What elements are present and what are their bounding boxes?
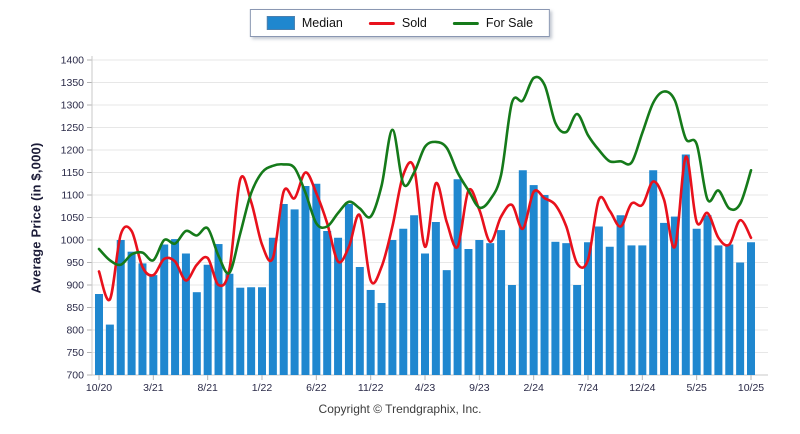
x-tick-label: 10/20 bbox=[86, 382, 112, 394]
y-tick-label: 1300 bbox=[61, 100, 85, 112]
median-bar[interactable] bbox=[192, 292, 201, 375]
median-bar[interactable] bbox=[551, 241, 560, 375]
legend-label-sold: Sold bbox=[401, 16, 427, 30]
median-bar[interactable] bbox=[486, 243, 495, 375]
y-tick-label: 750 bbox=[66, 347, 84, 359]
median-bar[interactable] bbox=[725, 244, 734, 376]
median-bar[interactable] bbox=[355, 267, 364, 375]
sold-swatch-icon bbox=[368, 21, 395, 25]
median-bar[interactable] bbox=[225, 273, 234, 375]
x-tick-label: 2/24 bbox=[523, 382, 544, 394]
median-bar[interactable] bbox=[649, 170, 658, 375]
median-bar[interactable] bbox=[312, 183, 321, 375]
median-bar[interactable] bbox=[638, 245, 647, 375]
median-bar[interactable] bbox=[344, 204, 353, 375]
median-bar[interactable] bbox=[421, 253, 429, 376]
median-bar[interactable] bbox=[105, 324, 114, 375]
median-bar[interactable] bbox=[290, 209, 299, 375]
legend-item-sold[interactable]: Sold bbox=[368, 16, 427, 30]
x-tick-label: 6/22 bbox=[306, 382, 327, 394]
median-bar[interactable] bbox=[540, 195, 549, 375]
x-tick-label: 5/25 bbox=[686, 382, 707, 394]
median-bar[interactable] bbox=[594, 226, 603, 376]
median-bar[interactable] bbox=[203, 264, 212, 375]
median-bar[interactable] bbox=[736, 262, 745, 376]
median-bar[interactable] bbox=[703, 215, 712, 375]
y-tick-label: 900 bbox=[66, 280, 84, 292]
median-bar[interactable] bbox=[431, 222, 440, 375]
x-tick-label: 4/23 bbox=[415, 382, 436, 394]
median-bar[interactable] bbox=[279, 204, 288, 375]
legend-item-forsale[interactable]: For Sale bbox=[452, 16, 534, 30]
median-bar[interactable] bbox=[301, 186, 310, 375]
y-tick-label: 1150 bbox=[61, 167, 84, 179]
y-axis-title: Average Price (in $,000) bbox=[28, 142, 44, 294]
median-bar[interactable] bbox=[453, 179, 462, 375]
median-bar[interactable] bbox=[529, 185, 538, 375]
median-bar[interactable] bbox=[475, 240, 484, 375]
median-bar[interactable] bbox=[518, 170, 527, 375]
x-tick-label: 12/24 bbox=[629, 382, 655, 394]
median-bar[interactable] bbox=[507, 285, 516, 375]
median-bar[interactable] bbox=[410, 215, 419, 375]
median-bar[interactable] bbox=[616, 215, 625, 375]
y-tick-label: 1400 bbox=[61, 55, 85, 67]
y-tick-label: 800 bbox=[66, 325, 84, 337]
x-tick-label: 10/25 bbox=[738, 382, 764, 394]
median-bar[interactable] bbox=[323, 231, 332, 375]
median-bar[interactable] bbox=[442, 270, 451, 375]
median-bar[interactable] bbox=[247, 287, 256, 375]
x-tick-label: 11/22 bbox=[358, 382, 384, 394]
y-tick-label: 1050 bbox=[61, 212, 85, 224]
median-bar[interactable] bbox=[605, 246, 614, 375]
median-bar[interactable] bbox=[497, 230, 506, 375]
median-bar[interactable] bbox=[236, 287, 245, 375]
y-tick-label: 700 bbox=[66, 370, 84, 382]
copyright-text: Copyright © Trendgraphix, Inc. bbox=[318, 402, 482, 416]
median-bar[interactable] bbox=[181, 253, 190, 376]
y-tick-label: 1100 bbox=[61, 190, 84, 202]
median-bar[interactable] bbox=[377, 303, 386, 375]
y-tick-label: 850 bbox=[66, 302, 84, 314]
median-bar[interactable] bbox=[258, 287, 266, 375]
median-bar[interactable] bbox=[127, 251, 136, 375]
median-bar[interactable] bbox=[95, 294, 103, 375]
legend-label-median: Median bbox=[301, 16, 343, 30]
median-bar[interactable] bbox=[562, 243, 571, 375]
x-tick-label: 8/21 bbox=[197, 382, 218, 394]
x-tick-label: 3/21 bbox=[143, 382, 164, 394]
x-tick-label: 9/23 bbox=[469, 382, 490, 394]
median-bar[interactable] bbox=[149, 275, 158, 375]
median-bar[interactable] bbox=[366, 289, 375, 375]
y-tick-label: 1350 bbox=[61, 77, 85, 89]
median-bar[interactable] bbox=[692, 228, 701, 375]
x-tick-label: 7/24 bbox=[578, 382, 599, 394]
median-bar[interactable] bbox=[660, 222, 669, 375]
median-bar[interactable] bbox=[747, 242, 755, 375]
median-bar[interactable] bbox=[627, 245, 636, 375]
median-bar[interactable] bbox=[116, 240, 125, 375]
median-swatch-icon bbox=[266, 16, 295, 30]
plot-area: 700 750 800 850 900 950 1000 1050 1100 1150 1200 12… bbox=[61, 55, 768, 394]
legend-item-median[interactable]: Median bbox=[266, 16, 343, 30]
median-bar[interactable] bbox=[681, 154, 690, 376]
legend: Median Sold For Sale bbox=[249, 9, 551, 37]
median-bar[interactable] bbox=[399, 228, 408, 375]
median-bar[interactable] bbox=[388, 240, 397, 375]
median-bar[interactable] bbox=[714, 245, 723, 375]
legend-label-forsale: For Sale bbox=[485, 16, 534, 30]
median-bar[interactable] bbox=[573, 285, 582, 375]
y-tick-label: 1000 bbox=[61, 235, 85, 247]
median-bar[interactable] bbox=[138, 263, 147, 375]
median-bar[interactable] bbox=[464, 249, 473, 375]
x-tick-label: 1/22 bbox=[252, 382, 273, 394]
y-tick-label: 950 bbox=[66, 257, 84, 269]
chart-figure: 700 750 800 850 900 950 1000 1050 1100 1150 1200 12… bbox=[0, 0, 800, 434]
forsale-swatch-icon bbox=[452, 21, 479, 25]
y-tick-label: 1200 bbox=[61, 145, 85, 157]
y-tick-label: 1250 bbox=[61, 122, 85, 134]
